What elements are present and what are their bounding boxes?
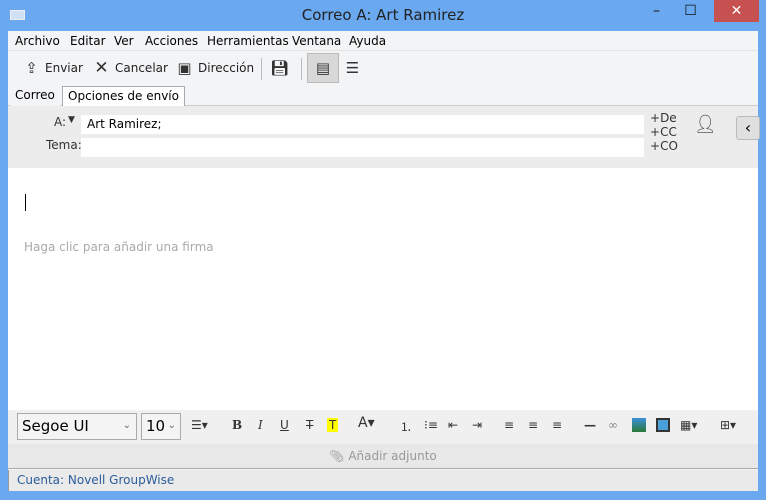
subject-label: Tema: (46, 138, 82, 152)
maximize-button[interactable]: ☐ (674, 0, 707, 22)
menu-archivo[interactable]: Archivo (15, 34, 60, 48)
italic-icon[interactable]: I (258, 418, 263, 432)
paragraph-style-icon[interactable]: ☰▾ (191, 418, 208, 432)
text-color-icon[interactable]: A▾ (358, 415, 375, 431)
highlight-icon[interactable]: T (327, 418, 339, 432)
cancel-icon: ✕ (94, 57, 109, 78)
font-select[interactable]: Segoe UI ⌄ (17, 413, 137, 440)
menu-ventana[interactable]: Ventana (292, 34, 341, 48)
table-icon[interactable]: ⊞▾ (720, 418, 736, 432)
minimize-button[interactable]: – (640, 0, 673, 22)
menu-bar: Archivo Editar Ver Acciones Herramientas… (8, 31, 758, 51)
add-attachment-button[interactable]: 📎︎ Añadir adjunto (8, 444, 758, 469)
add-from-button[interactable]: +De (650, 111, 677, 125)
menu-editar[interactable]: Editar (70, 34, 106, 48)
address-book-icon: ▣ (177, 58, 192, 77)
paperclip-icon: 📎︎ (329, 449, 345, 463)
html-view-button[interactable]: ▤ (307, 53, 339, 83)
contact-icon[interactable]: 👤︎ (694, 114, 717, 135)
horizontal-line-icon[interactable]: — (584, 418, 596, 432)
subject-field[interactable] (81, 138, 644, 157)
address-button[interactable]: ▣ Dirección (176, 57, 254, 79)
tab-opciones-envio[interactable]: Opciones de envío (62, 86, 185, 106)
status-bar: Cuenta: Novell GroupWise (8, 470, 758, 491)
message-body[interactable]: Haga clic para añadir una firma (8, 168, 758, 410)
floating-image-icon[interactable] (656, 418, 670, 432)
align-right-icon[interactable]: ≡ (552, 418, 562, 432)
signature-placeholder[interactable]: Haga clic para añadir una firma (24, 240, 214, 254)
numbered-list-icon[interactable]: ⒈ (400, 418, 412, 435)
toolbar: ⇪ Enviar ✕ Cancelar ▣ Dirección 💾︎ ▤ ☰ (8, 51, 758, 84)
menu-ver[interactable]: Ver (114, 34, 134, 48)
send-icon: ⇪ (25, 58, 38, 77)
decrease-indent-icon[interactable]: ⇤ (448, 418, 458, 432)
to-dropdown-icon[interactable]: ▼ (68, 115, 75, 125)
link-icon[interactable]: ∞ (608, 418, 618, 432)
plain-text-view-button[interactable]: ☰ (344, 57, 361, 79)
bullet-list-icon[interactable]: ⁝≡ (424, 418, 438, 432)
image-icon[interactable] (632, 418, 646, 432)
format-toolbar: Segoe UI ⌄ 10 ⌄ ☰▾ B I U T T A▾ ⒈ ⁝≡ ⇤ ⇥ ≡… (8, 410, 758, 444)
underline-icon[interactable]: U (280, 418, 289, 432)
close-button[interactable]: ✕ (714, 0, 759, 22)
add-bc-button[interactable]: +CO (650, 139, 678, 153)
title-bar: Correo A: Art Ramirez – ☐ ✕ (0, 0, 766, 31)
increase-indent-icon[interactable]: ⇥ (472, 418, 482, 432)
bold-icon[interactable]: B (232, 418, 242, 432)
strikethrough-icon[interactable]: T (306, 418, 313, 432)
text-caret (25, 194, 26, 211)
separator (261, 58, 262, 80)
tab-correo[interactable]: Correo (10, 86, 60, 106)
to-field[interactable]: Art Ramirez; (81, 115, 644, 134)
address-header: A: ▼ Art Ramirez; Tema: +De +CC +CO 👤︎ ‹ (8, 106, 760, 168)
compose-window: Archivo Editar Ver Acciones Herramientas… (8, 31, 760, 491)
align-left-icon[interactable]: ≡ (504, 418, 514, 432)
send-button[interactable]: ⇪ Enviar (23, 57, 83, 79)
tab-bar: Correo Opciones de envío (8, 84, 758, 106)
collapse-panel-button[interactable]: ‹ (736, 116, 760, 140)
html-view-icon: ▤ (315, 58, 331, 77)
to-label: A: (54, 115, 67, 129)
save-icon: 💾︎ (270, 58, 290, 77)
menu-acciones[interactable]: Acciones (145, 34, 198, 48)
save-button[interactable]: 💾︎ (270, 57, 290, 79)
menu-ayuda[interactable]: Ayuda (349, 34, 386, 48)
background-color-icon[interactable]: ▦▾ (680, 418, 697, 432)
align-center-icon[interactable]: ≡ (528, 418, 538, 432)
plain-text-icon: ☰ (345, 58, 360, 77)
font-size-select[interactable]: 10 ⌄ (141, 413, 181, 440)
menu-herramientas[interactable]: Herramientas (207, 34, 289, 48)
separator (301, 58, 302, 80)
cancel-button[interactable]: ✕ Cancelar (93, 57, 168, 79)
add-cc-button[interactable]: +CC (650, 125, 677, 139)
